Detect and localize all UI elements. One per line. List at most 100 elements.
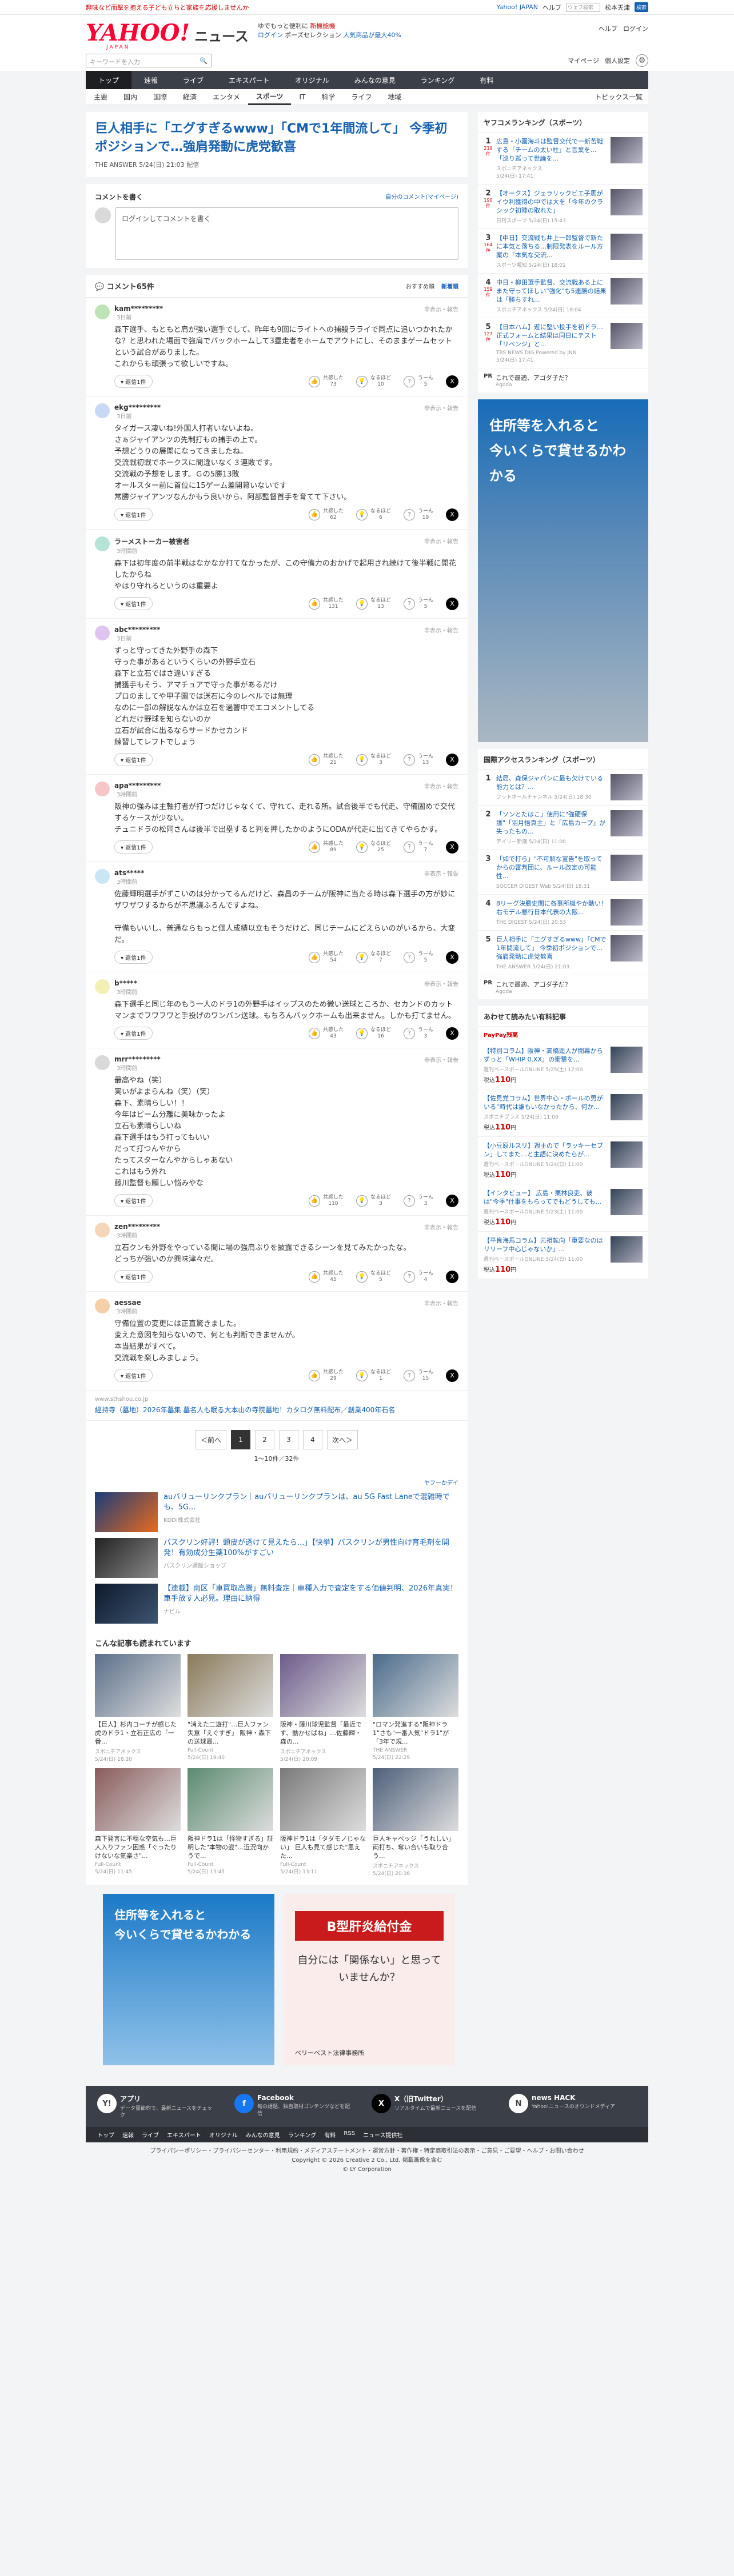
footer-nav-item[interactable]: 速報 (122, 2130, 134, 2139)
footer-app-name[interactable]: news HACK (532, 2094, 615, 2102)
page-1-button[interactable]: 1 (231, 1430, 250, 1449)
reaction-hmm[interactable]: ? うーん 5 (403, 951, 433, 964)
footer-app-name[interactable]: X（旧Twitter） (394, 2094, 476, 2104)
recommended-title[interactable]: 阪神ドラ1は「タダモノじゃない」 巨人も見て感じた"思えた… (280, 1834, 366, 1861)
reaction-hmm[interactable]: ? うーん 5 (403, 375, 433, 388)
comment-user[interactable]: aessae (114, 1299, 141, 1307)
thinking-icon[interactable]: ? (403, 1369, 415, 1381)
x-share-icon[interactable]: X (446, 951, 458, 964)
recommended-title[interactable]: 巨人キャベッジ「うれしい」 両打ち、奪い合いも取り合う... (373, 1834, 458, 1861)
area-label[interactable]: 松本天津 (605, 3, 630, 12)
comment-user[interactable]: kam********* (114, 305, 163, 313)
ad-thumbnail[interactable] (95, 1584, 158, 1624)
hide-report-link[interactable]: 非表示・報告 (424, 626, 458, 634)
web-search-input[interactable]: ウェブ検索 (565, 2, 600, 12)
paid-article-thumbnail[interactable] (611, 1236, 643, 1263)
reply-button[interactable]: ▾ 返信1件 (114, 1270, 153, 1283)
recommended-title[interactable]: "ロマン発進する"阪神ドラ1"さも"一番人気"ドラ1"が「3年で規... (373, 1720, 458, 1746)
thinking-icon[interactable]: ? (403, 841, 415, 853)
reaction-empathy[interactable]: 👍 共感した 21 (308, 754, 344, 766)
ranking-thumbnail[interactable] (611, 810, 643, 836)
reaction-hmm[interactable]: ? うーん 3 (403, 1195, 433, 1207)
reaction-hmm[interactable]: ? うーん 5 (403, 598, 433, 610)
ranking-thumbnail[interactable] (611, 278, 643, 305)
tab-entertainment[interactable]: エンタメ (205, 89, 248, 105)
news-search-input[interactable]: キーワードを入力 🔍 (86, 54, 212, 67)
ranking-title[interactable]: 結局、森保ジャパンに最も欠けている能力とは？... (496, 774, 607, 791)
reaction-hmm[interactable]: ? うーん 15 (403, 1369, 433, 1382)
paid-article-title[interactable]: 【小豆原ルスリ】週主ので「ラッキーセブン」してまた…と主語に決めたらが... (484, 1141, 607, 1159)
ranking-title[interactable]: 「如で打ら」"不可解な宣告"を取ってからの審判団に、ルール改定の可能性... (496, 855, 607, 880)
x-share-icon[interactable]: X (446, 1194, 458, 1207)
comment-input[interactable]: ログインしてコメントを書く (115, 207, 458, 260)
paid-article-title[interactable]: 【平良海馬コラム】元祖転向「重要なのはリリーフ中心じゃないか」... (484, 1236, 607, 1253)
tab-sports[interactable]: スポーツ (248, 89, 292, 105)
ranking-thumbnail[interactable] (611, 323, 643, 349)
page-2-button[interactable]: 2 (255, 1430, 274, 1449)
paid-article-thumbnail[interactable] (611, 1094, 643, 1120)
reaction-think[interactable]: 💡 なるほど 3 (356, 1195, 391, 1207)
lightbulb-icon[interactable]: 💡 (356, 598, 368, 610)
lightbulb-icon[interactable]: 💡 (356, 951, 368, 963)
recommended-title[interactable]: "消えた二遊打"…巨人ファン失意「えぐすぎ」 阪神・森下の送球最... (188, 1720, 273, 1746)
hide-report-link[interactable]: 非表示・報告 (424, 1055, 458, 1064)
thumbs-up-icon[interactable]: 👍 (308, 598, 320, 610)
footer-nav-item[interactable]: ニュース提供社 (363, 2130, 403, 2139)
sidebar-ad[interactable]: 住所等を入れると 今いくらで貸せるかわかる (478, 399, 648, 742)
reply-button[interactable]: ▾ 返信1件 (114, 1194, 153, 1207)
top-promo-link[interactable]: 趣味など而撃を抱える子ども立ちと家族を応援しませんか (86, 3, 249, 12)
reaction-think[interactable]: 💡 なるほど 7 (356, 951, 391, 964)
comment-user[interactable]: ats***** (114, 869, 144, 877)
reply-button[interactable]: ▾ 返信1件 (114, 753, 153, 766)
ranking-item[interactable]: 2 「ソンとたはこ」使用に"強硬保護"「羽月悟真主」と「広島カープ」が失ったもの.… (478, 806, 648, 850)
footer-nav-item[interactable]: RSS (344, 2130, 355, 2139)
ranking-title[interactable]: 広島・小園海斗は監督交代で一新苦戦する「チームの太い柱」と言葉を…「巡り巡って世… (496, 137, 607, 163)
recommended-title[interactable]: 阪神ドラ1は「怪物すぎる」証明した"本物の姿"…近況向かうで... (188, 1834, 273, 1861)
ranking-item[interactable]: 3 164件 【中日】交流戦も井上一郎監督で新たに本気と落ちる…制限発表をルール方案… (478, 229, 648, 274)
header-promo-item2[interactable]: ポーズセレクション (285, 31, 341, 39)
comment-user[interactable]: ラーメストーカー被害者 (114, 536, 190, 546)
footer-nav-item[interactable]: ランキング (288, 2130, 317, 2139)
thumbs-up-icon[interactable]: 👍 (308, 1027, 320, 1039)
tab-main[interactable]: 主要 (86, 89, 115, 105)
footer-app-link[interactable]: Nnews HACK Yahoo!ニュースのオウンドメディア (509, 2094, 629, 2119)
ranking-thumbnail[interactable] (611, 189, 643, 215)
comment-user[interactable]: b***** (114, 979, 137, 987)
thinking-icon[interactable]: ? (403, 1027, 415, 1039)
ad-thumbnail[interactable] (95, 1538, 158, 1578)
lightbulb-icon[interactable]: 💡 (356, 508, 368, 520)
paid-article-item[interactable]: 【特別コラム】阪神・高橋遥人が開幕からずっと「WHIP 0.XX」の衝撃を...… (478, 1042, 648, 1089)
lightbulb-icon[interactable]: 💡 (356, 1369, 368, 1381)
reply-button[interactable]: ▾ 返信1件 (114, 508, 153, 521)
ranking-title[interactable]: 巨人相手に「エグすぎるwww」「CMで1年間流して」 今季初ポジションで…強肩発… (496, 935, 607, 961)
ad-thumbnail[interactable] (95, 1492, 158, 1532)
lightbulb-icon[interactable]: 💡 (356, 841, 368, 853)
thinking-icon[interactable]: ? (403, 1271, 415, 1283)
main-nav-ranking[interactable]: ランキング (408, 71, 468, 89)
ranking-item[interactable]: 3 「如で打ら」"不可解な宣告"を取ってからの審判団に、ルール改定の可能性... S… (478, 850, 648, 895)
lightbulb-icon[interactable]: 💡 (356, 754, 368, 766)
tab-life[interactable]: ライフ (343, 89, 380, 105)
real-estate-ad[interactable]: 住所等を入れると 今いくらで貸せるかわかる (103, 1894, 274, 2065)
hide-report-link[interactable]: 非表示・報告 (424, 536, 458, 545)
recommended-thumbnail[interactable] (188, 1768, 273, 1831)
ranking-item[interactable]: 5 巨人相手に「エグすぎるwww」「CMで1年間流して」 今季初ポジションで…強肩… (478, 931, 648, 975)
ranking-item[interactable]: 5 127件 【日本ハム】遊に堅い投手を初ドラ…正式フォームと結果は同日にテスト「リ… (478, 318, 648, 368)
topics-list-link[interactable]: トピックス一覧 (595, 92, 643, 102)
recommended-card[interactable]: 阪神ドラ1は「怪物すぎる」証明した"本物の姿"…近況向かうで... Full-Co… (188, 1768, 273, 1877)
ranking-thumbnail[interactable] (611, 137, 643, 163)
header-login-link[interactable]: ログイン (623, 24, 648, 33)
thumbs-up-icon[interactable]: 👍 (308, 951, 320, 963)
ranking-thumbnail[interactable] (611, 899, 643, 926)
footer-nav-item[interactable]: みんなの意見 (246, 2130, 280, 2139)
main-nav-top[interactable]: トップ (86, 71, 132, 89)
footer-app-name[interactable]: Facebook (257, 2094, 354, 2102)
footer-app-link[interactable]: Y! アプリ データ量節約で、最新ニュースをチェック (97, 2094, 217, 2119)
footer-nav-item[interactable]: オリジナル (209, 2130, 238, 2139)
comment-user[interactable]: abc********* (114, 626, 160, 634)
x-share-icon[interactable]: X (446, 1027, 458, 1040)
tab-science[interactable]: 科学 (313, 89, 343, 105)
comment-user[interactable]: apa********* (114, 782, 161, 790)
thumbs-up-icon[interactable]: 👍 (308, 1271, 320, 1283)
footer-app-link[interactable]: f Facebook 旬の話題、独自取材ゴンテンツなどを配信 (234, 2094, 354, 2119)
